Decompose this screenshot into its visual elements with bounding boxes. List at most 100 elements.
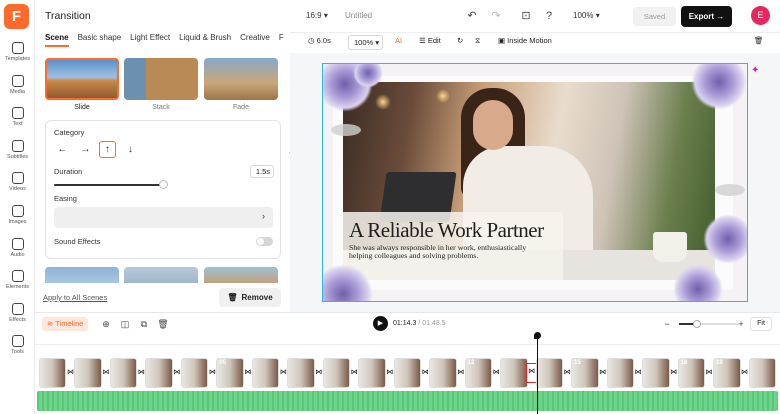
canvas-body-text[interactable]: She was always responsible in her work, …: [349, 243, 549, 261]
user-avatar[interactable]: E: [751, 6, 770, 25]
rotate-icon[interactable]: ↻: [457, 36, 463, 45]
timeline-ruler[interactable]: [35, 335, 780, 345]
preset-thumbnail[interactable]: [124, 267, 198, 283]
transition-marker[interactable]: ⋈: [492, 369, 500, 377]
playhead[interactable]: [537, 333, 538, 414]
transition-marker[interactable]: ⋈: [137, 369, 145, 377]
export-button[interactable]: Export →: [681, 6, 732, 27]
scene-clip[interactable]: [322, 358, 351, 388]
duplicate-icon[interactable]: ⧉: [138, 318, 150, 330]
scene-clip[interactable]: [748, 358, 776, 388]
easing-select[interactable]: ›: [54, 207, 273, 228]
flip-icon[interactable]: ⧖: [475, 36, 480, 46]
scene-clip[interactable]: [429, 358, 457, 388]
sidebar-item-images[interactable]: Images: [0, 205, 35, 235]
help-icon[interactable]: ?: [542, 9, 556, 23]
sidebar-item-elements[interactable]: Elements: [0, 270, 35, 300]
scene-clip[interactable]: [39, 358, 67, 388]
magic-sparkle-icon[interactable]: ✦: [751, 66, 761, 76]
transition-marker[interactable]: ⋈: [741, 369, 749, 377]
tab-basic-shape[interactable]: Basic shape: [78, 33, 122, 47]
transition-marker[interactable]: ⋈: [66, 369, 74, 377]
scene-clip[interactable]: 19: [713, 358, 741, 388]
preset-slide-thumbnail[interactable]: [45, 58, 119, 100]
preset-thumbnail[interactable]: [45, 267, 119, 283]
duration-button[interactable]: ◷ 6.0s: [308, 36, 331, 45]
sidebar-item-effects[interactable]: Effects: [0, 302, 35, 333]
scene-clip[interactable]: [500, 358, 528, 388]
transition-marker[interactable]: ⋈: [386, 369, 394, 377]
sidebar-item-media[interactable]: Media: [0, 74, 35, 105]
duration-input[interactable]: 1.5s: [250, 165, 274, 178]
redo-icon[interactable]: ↷: [489, 9, 503, 23]
transition-marker[interactable]: ⋈: [563, 369, 571, 377]
transition-marker[interactable]: ⋈: [102, 369, 110, 377]
preset-fade-thumbnail[interactable]: [204, 58, 278, 100]
tab-light-effect[interactable]: Light Effect: [130, 33, 170, 47]
scene-clip[interactable]: 12: [464, 358, 493, 388]
preset-stack-thumbnail[interactable]: [124, 58, 198, 100]
scene-photo[interactable]: A Reliable Work Partner She was always r…: [343, 82, 715, 280]
sidebar-item-tools[interactable]: Tools: [0, 335, 35, 365]
transition-marker[interactable]: ⋈: [208, 369, 216, 377]
playhead-handle[interactable]: [534, 332, 541, 339]
duration-slider-knob[interactable]: [158, 180, 168, 189]
canvas-title-text[interactable]: A Reliable Work Partner: [349, 218, 544, 243]
transition-marker[interactable]: ⋈: [315, 369, 323, 377]
transition-marker[interactable]: ⋈: [244, 369, 252, 377]
scene-clip[interactable]: 18: [677, 358, 706, 388]
transition-marker[interactable]: ⋈: [599, 369, 607, 377]
undo-icon[interactable]: ↶: [465, 9, 479, 23]
transition-marker[interactable]: ⋈: [670, 369, 678, 377]
sidebar-item-videos[interactable]: Videos: [0, 172, 35, 202]
scene-clip[interactable]: [74, 358, 102, 388]
preset-thumbnail[interactable]: [204, 267, 278, 283]
canvas-zoom-select[interactable]: 100% ▾: [348, 35, 383, 50]
scene-clip[interactable]: [535, 358, 564, 388]
apply-to-all-scenes-link[interactable]: Apply to All Scenes: [43, 293, 107, 302]
fit-button[interactable]: Fit: [750, 317, 772, 331]
inside-motion-button[interactable]: ▣ Inside Motion: [498, 36, 552, 45]
scene-canvas[interactable]: A Reliable Work Partner She was always r…: [322, 63, 748, 302]
timeline-zoom-knob[interactable]: [693, 320, 701, 328]
transition-marker[interactable]: ⋈: [634, 369, 642, 377]
transition-marker[interactable]: ⋈: [350, 369, 358, 377]
delete-scene-icon[interactable]: 🗑: [157, 318, 169, 330]
scene-clip[interactable]: [145, 358, 173, 388]
project-title[interactable]: Untitled: [345, 11, 372, 20]
scene-clip[interactable]: [287, 358, 315, 388]
sidebar-item-audio[interactable]: Audio: [0, 237, 35, 268]
tab-scene[interactable]: Scene: [45, 33, 69, 47]
timeline-button[interactable]: ≋ Timeline: [42, 317, 89, 331]
edit-button[interactable]: ☰ Edit: [419, 36, 441, 45]
zoom-out-icon[interactable]: −: [661, 318, 673, 330]
scene-clip[interactable]: 05: [216, 358, 244, 388]
direction-left-button[interactable]: ←: [54, 141, 71, 158]
duration-slider-fill[interactable]: [54, 184, 163, 186]
scene-clip[interactable]: [358, 358, 386, 388]
tab-creative[interactable]: Creative: [240, 33, 270, 47]
add-scene-icon[interactable]: ⊕: [100, 318, 112, 330]
delete-icon[interactable]: 🗑: [754, 36, 764, 45]
transition-marker[interactable]: ⋈: [705, 369, 713, 377]
transition-marker[interactable]: ⋈: [173, 369, 181, 377]
scene-clip[interactable]: [251, 358, 280, 388]
ai-icon[interactable]: AI: [395, 36, 402, 45]
scene-clip[interactable]: [393, 358, 422, 388]
direction-down-button[interactable]: ↓: [122, 141, 139, 158]
tab-liquid-brush[interactable]: Liquid & Brush: [179, 33, 231, 47]
sound-effects-toggle[interactable]: [256, 237, 273, 246]
direction-up-button[interactable]: ↑: [99, 141, 116, 158]
split-icon[interactable]: ◫: [119, 318, 131, 330]
scene-clip[interactable]: [109, 358, 138, 388]
remove-button[interactable]: 🗑 Remove: [219, 288, 281, 307]
sidebar-item-subtitles[interactable]: Subtitles: [0, 139, 35, 170]
transition-marker[interactable]: ⋈: [279, 369, 287, 377]
app-logo[interactable]: F: [4, 4, 29, 29]
scene-clip[interactable]: [606, 358, 635, 388]
sidebar-item-text[interactable]: Text: [0, 107, 35, 137]
zoom-in-icon[interactable]: +: [735, 318, 747, 330]
screen-capture-icon[interactable]: ⊡: [519, 9, 533, 23]
scene-clip[interactable]: [180, 358, 209, 388]
scene-clip[interactable]: [642, 358, 670, 388]
